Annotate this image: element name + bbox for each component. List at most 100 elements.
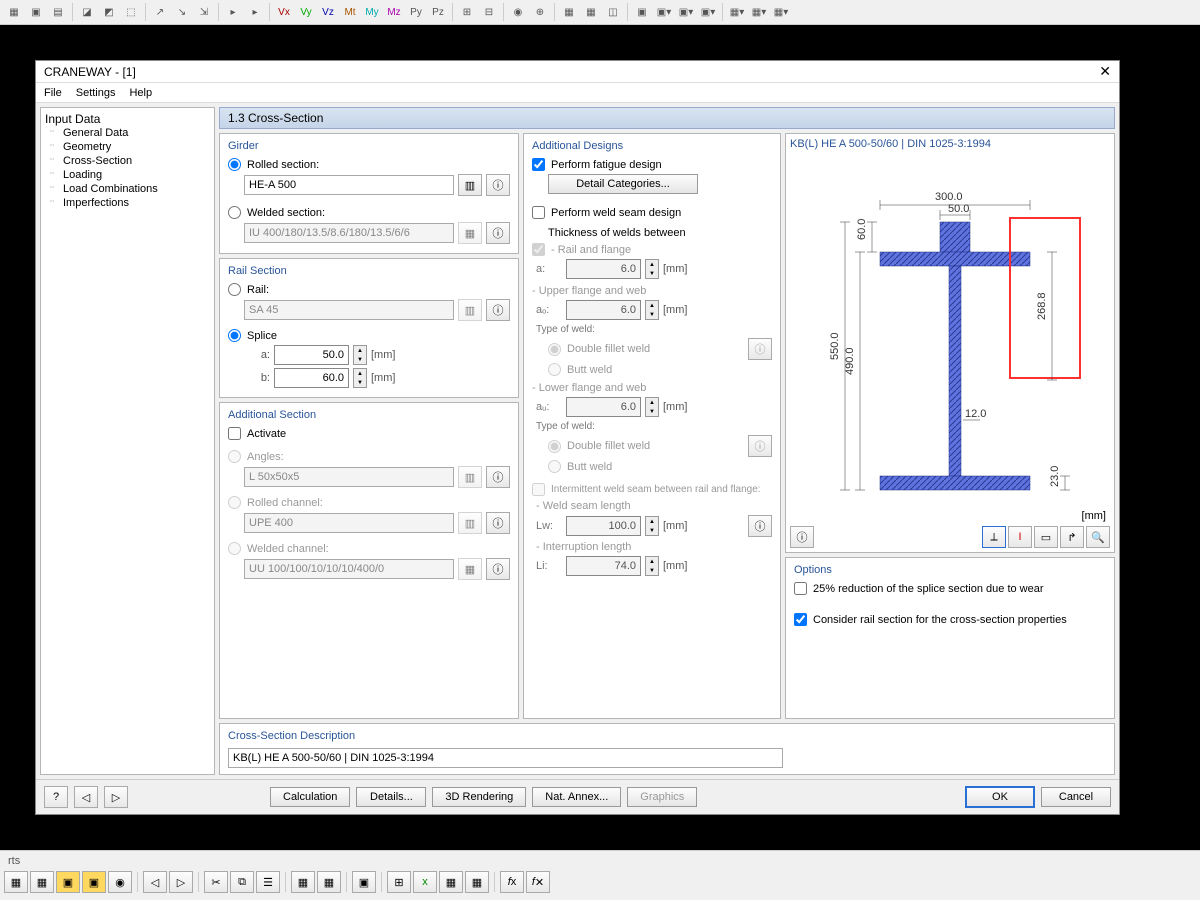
axes-icon[interactable]: ↱	[1060, 526, 1084, 548]
tb-icon[interactable]: ⇲	[194, 2, 214, 22]
tb-icon[interactable]: ↘	[172, 2, 192, 22]
info-icon[interactable]: ⓘ	[748, 435, 772, 457]
fx-off-icon[interactable]: f✕	[526, 871, 550, 893]
tb-icon[interactable]: ◫	[603, 2, 623, 22]
tb-py-icon[interactable]: Py	[406, 2, 426, 22]
close-icon[interactable]: ✕	[1099, 63, 1111, 80]
welded-radio[interactable]	[228, 206, 241, 219]
tb-icon[interactable]: ◪	[77, 2, 97, 22]
tb-icon[interactable]: ▣	[82, 871, 106, 893]
cs-desc-input[interactable]	[228, 748, 783, 768]
b-spinner[interactable]: ▲▼	[353, 368, 367, 388]
tb-icon[interactable]: ⬚	[121, 2, 141, 22]
render-button[interactable]: 3D Rendering	[432, 787, 526, 807]
tb-icon[interactable]: ◉	[508, 2, 528, 22]
tb-icon[interactable]: ⊟	[479, 2, 499, 22]
rolled-input[interactable]	[244, 175, 454, 195]
view-icon[interactable]: ⟂	[982, 526, 1006, 548]
tb-icon[interactable]: ▦	[439, 871, 463, 893]
tb-icon[interactable]: ◩	[99, 2, 119, 22]
tb-mt-icon[interactable]: Mt	[340, 2, 360, 22]
tb-icon[interactable]: ▣	[352, 871, 376, 893]
details-button[interactable]: Details...	[356, 787, 426, 807]
tb-icon[interactable]: ▦	[317, 871, 341, 893]
tb-icon[interactable]: ▷	[169, 871, 193, 893]
reduce-check[interactable]	[794, 582, 807, 595]
tb-pz-icon[interactable]: Pz	[428, 2, 448, 22]
splice-radio[interactable]	[228, 329, 241, 342]
next-icon[interactable]: ▷	[104, 786, 128, 808]
help-icon[interactable]: ?	[44, 786, 68, 808]
b-input[interactable]	[274, 368, 349, 388]
tb-icon[interactable]: ☰	[256, 871, 280, 893]
prev-icon[interactable]: ◁	[74, 786, 98, 808]
tb-icon[interactable]: ⧉	[230, 871, 254, 893]
consider-check[interactable]	[794, 613, 807, 626]
fx-icon[interactable]: fx	[500, 871, 524, 893]
tb-icon[interactable]: ▦	[4, 2, 24, 22]
tb-icon[interactable]: ▸	[245, 2, 265, 22]
tree-item-load-combinations[interactable]: Load Combinations	[45, 182, 210, 196]
values-icon[interactable]: ▭	[1034, 526, 1058, 548]
fatigue-check[interactable]	[532, 158, 545, 171]
tb-icon[interactable]: ▦▾	[771, 2, 791, 22]
tb-icon[interactable]: ▦	[465, 871, 489, 893]
tb-icon[interactable]: ⊞	[387, 871, 411, 893]
tb-icon[interactable]: ▣▾	[654, 2, 674, 22]
tb-icon[interactable]: ▣▾	[698, 2, 718, 22]
annex-button[interactable]: Nat. Annex...	[532, 787, 621, 807]
tree-root[interactable]: Input Data	[45, 112, 210, 126]
tb-icon[interactable]: ▣▾	[676, 2, 696, 22]
detail-categories-button[interactable]: Detail Categories...	[548, 174, 698, 194]
info-icon[interactable]: ⓘ	[748, 338, 772, 360]
rail-radio[interactable]	[228, 283, 241, 296]
tb-vy-icon[interactable]: Vy	[296, 2, 316, 22]
tree-item-general[interactable]: General Data	[45, 126, 210, 140]
info-icon[interactable]: ⓘ	[486, 558, 510, 580]
tb-icon[interactable]: ▦	[291, 871, 315, 893]
print-icon[interactable]: 🔍	[1086, 526, 1110, 548]
tb-icon[interactable]: ▦	[4, 871, 28, 893]
tb-icon[interactable]: ◉	[108, 871, 132, 893]
tb-icon[interactable]: ▣	[26, 2, 46, 22]
tb-icon[interactable]: ✂	[204, 871, 228, 893]
cancel-button[interactable]: Cancel	[1041, 787, 1111, 807]
a-spinner[interactable]: ▲▼	[353, 345, 367, 365]
tb-icon[interactable]: ▦▾	[749, 2, 769, 22]
menu-help[interactable]: Help	[129, 87, 152, 99]
tb-vz-icon[interactable]: Vz	[318, 2, 338, 22]
tb-icon[interactable]: ⊕	[530, 2, 550, 22]
a-input[interactable]	[274, 345, 349, 365]
tb-mz-icon[interactable]: Mz	[384, 2, 404, 22]
tb-icon[interactable]: ◁	[143, 871, 167, 893]
tb-icon[interactable]: ⊞	[457, 2, 477, 22]
tb-icon[interactable]: ↗	[150, 2, 170, 22]
tb-icon[interactable]: ▦	[581, 2, 601, 22]
weld-seam-check[interactable]	[532, 206, 545, 219]
tb-icon[interactable]: ▸	[223, 2, 243, 22]
info-icon[interactable]: ⓘ	[486, 466, 510, 488]
info-icon[interactable]: ⓘ	[790, 526, 814, 548]
tree-item-cross-section[interactable]: Cross-Section	[45, 154, 210, 168]
rolled-radio[interactable]	[228, 158, 241, 171]
library-icon[interactable]: ▥	[458, 174, 482, 196]
menu-file[interactable]: File	[44, 87, 62, 99]
tb-my-icon[interactable]: My	[362, 2, 382, 22]
tb-icon[interactable]: ▣	[632, 2, 652, 22]
calculation-button[interactable]: Calculation	[270, 787, 350, 807]
tb-icon[interactable]: ▣	[56, 871, 80, 893]
menu-settings[interactable]: Settings	[76, 87, 116, 99]
activate-check[interactable]	[228, 427, 241, 440]
tb-icon[interactable]: ▦	[30, 871, 54, 893]
tb-icon[interactable]: ▦	[559, 2, 579, 22]
tree-item-imperfections[interactable]: Imperfections	[45, 196, 210, 210]
info-icon[interactable]: ⓘ	[748, 515, 772, 537]
info-icon[interactable]: ⓘ	[486, 512, 510, 534]
tb-icon[interactable]: ▦▾	[727, 2, 747, 22]
tree-item-loading[interactable]: Loading	[45, 168, 210, 182]
info-icon[interactable]: ⓘ	[486, 174, 510, 196]
ok-button[interactable]: OK	[965, 786, 1035, 808]
excel-icon[interactable]: x	[413, 871, 437, 893]
stress-icon[interactable]: I	[1008, 526, 1032, 548]
tb-vx-icon[interactable]: Vx	[274, 2, 294, 22]
